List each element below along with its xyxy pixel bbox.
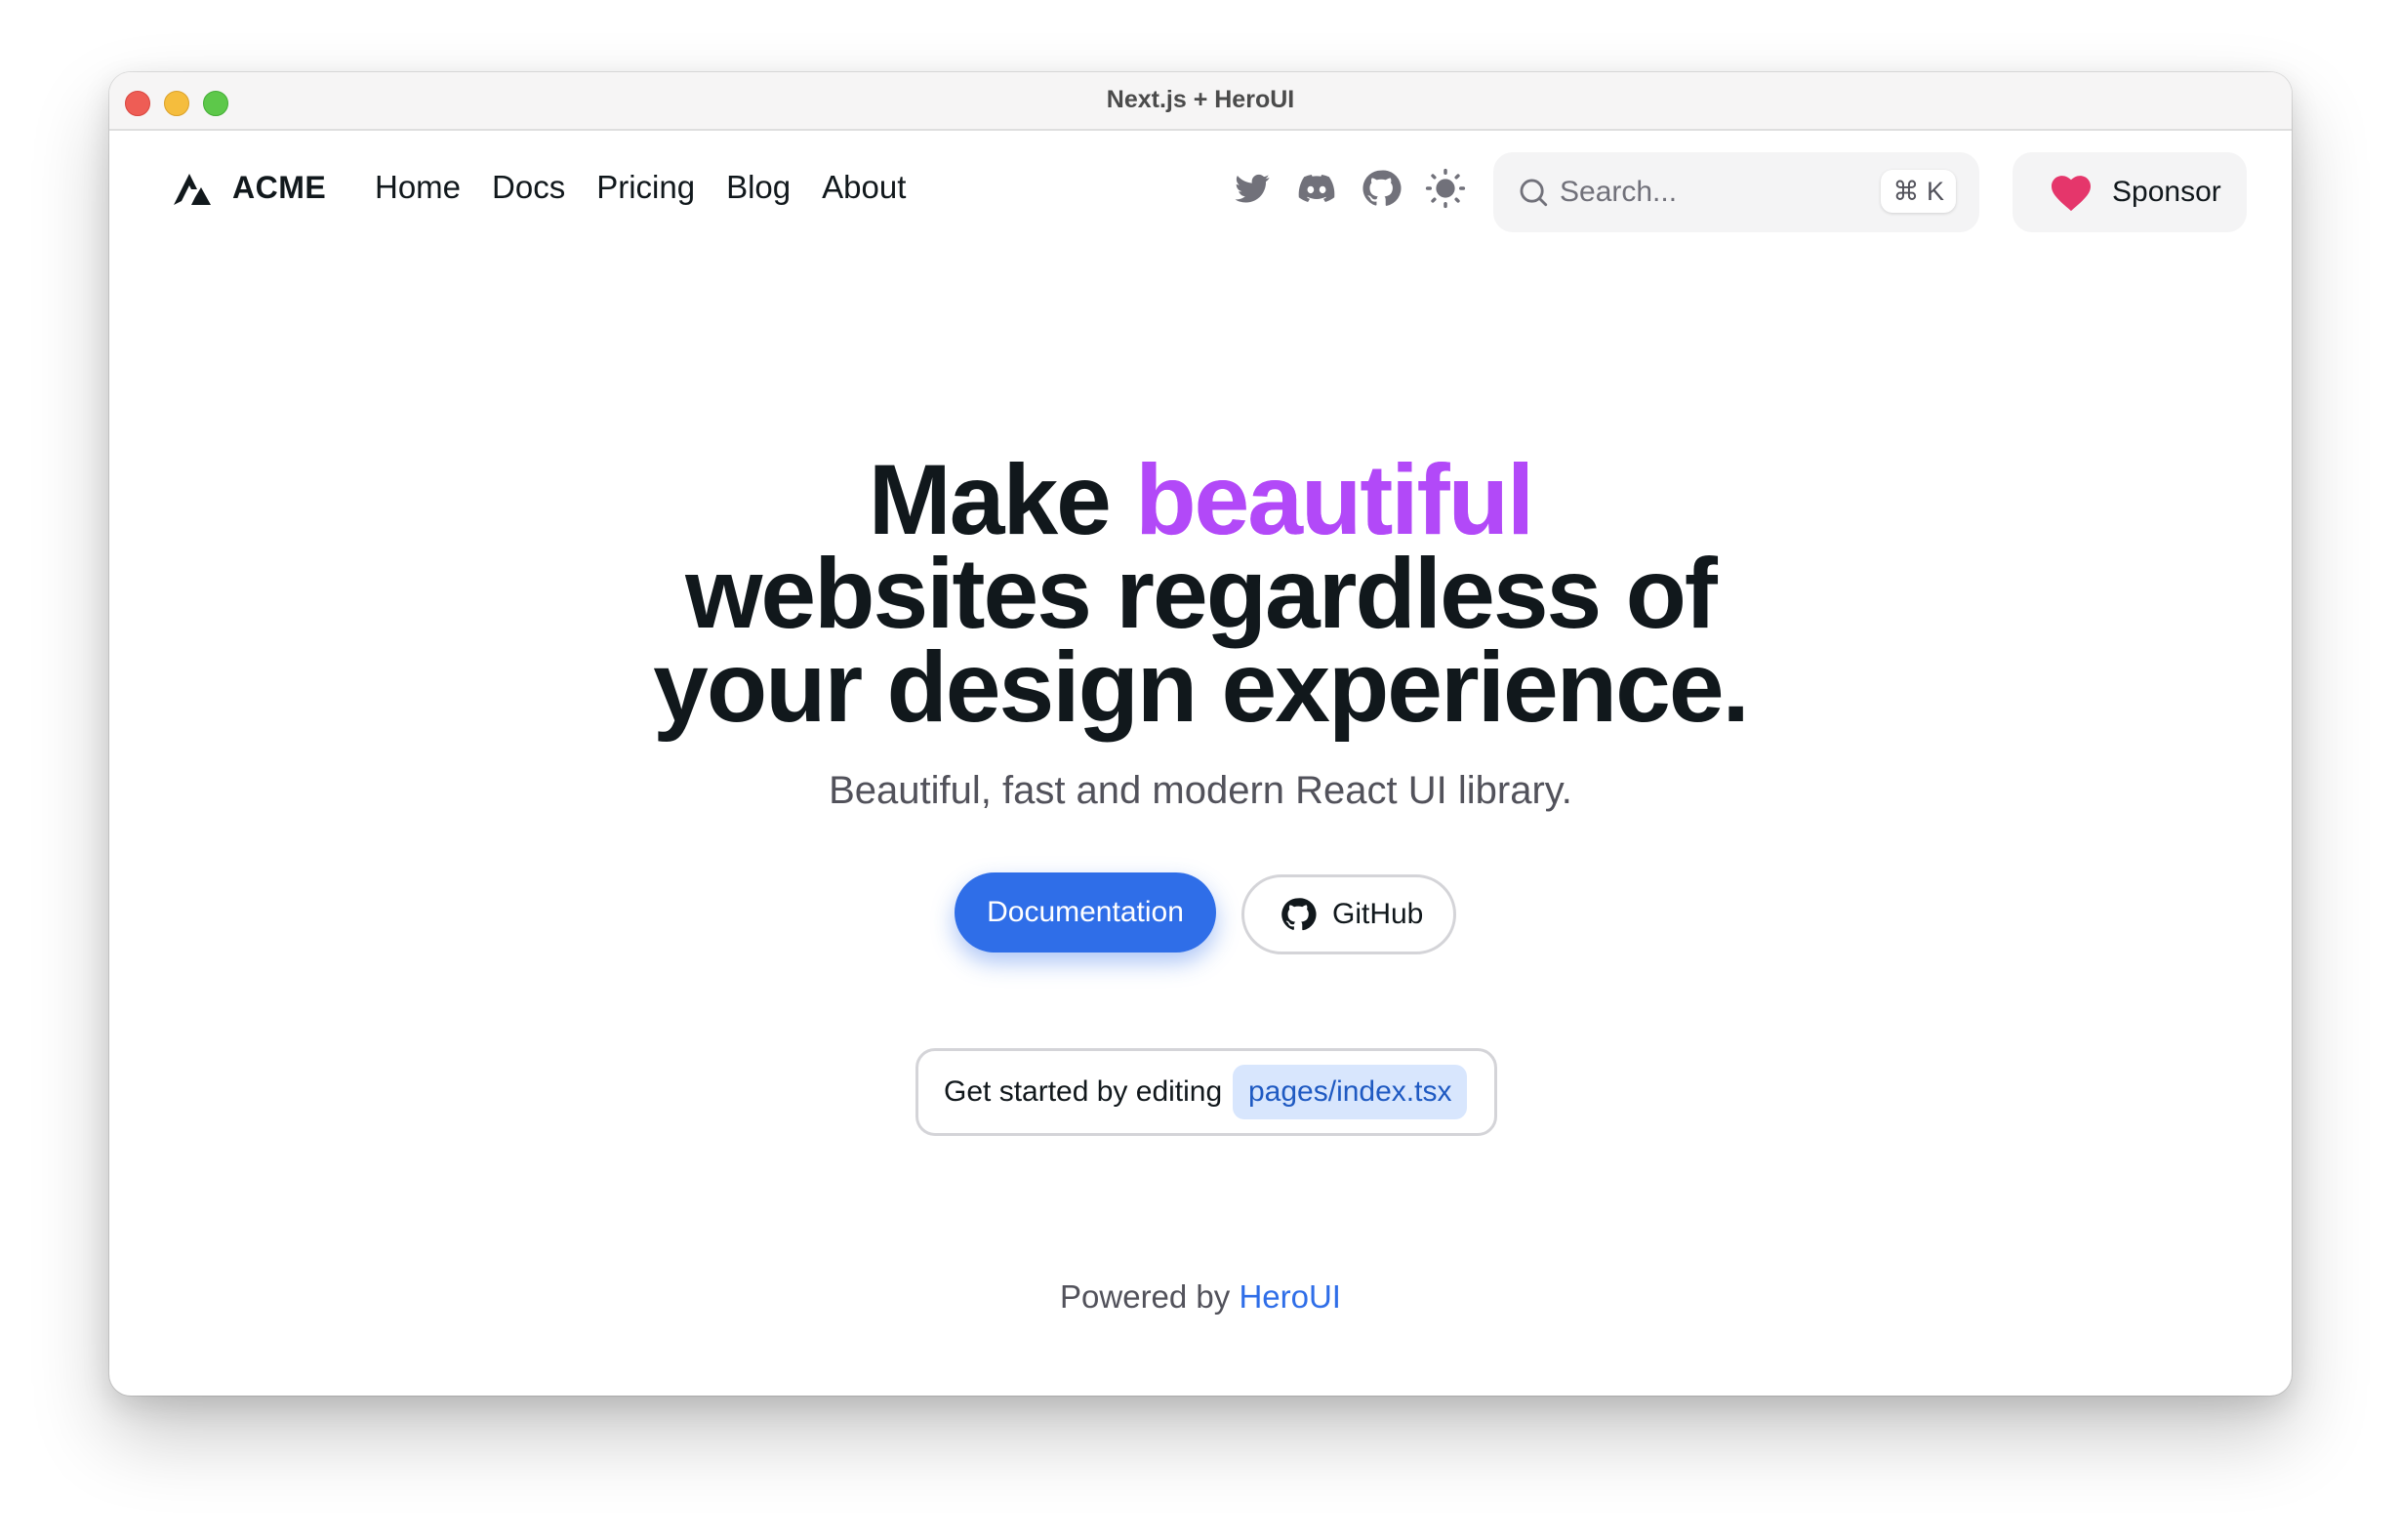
search-shortcut-badge: ⌘ K (1881, 170, 1956, 213)
brand-logo-link[interactable]: ACME (170, 168, 326, 207)
discord-link[interactable] (1296, 168, 1337, 209)
github-button[interactable]: GitHub (1241, 874, 1456, 954)
footer: Powered by HeroUI (109, 1278, 2292, 1316)
github-button-label: GitHub (1332, 898, 1424, 930)
acme-logo-icon (174, 174, 211, 205)
discord-icon (1298, 175, 1335, 202)
brand-name: ACME (232, 169, 327, 205)
nav-links: Home Docs Pricing Blog About (375, 168, 937, 207)
snippet-code: pages/index.tsx (1233, 1065, 1468, 1119)
github-icon (1362, 170, 1402, 206)
nav-link-home[interactable]: Home (375, 168, 461, 207)
social-icons (1232, 168, 1466, 209)
sponsor-button[interactable]: Sponsor (2013, 152, 2247, 232)
github-link[interactable] (1361, 168, 1402, 209)
window-title: Next.js + HeroUI (1106, 86, 1295, 113)
hero-subtitle: Beautiful, fast and modern React UI libr… (829, 769, 1572, 812)
hero-heading: Make beautiful websites regardless of yo… (109, 450, 2292, 743)
twitter-icon (1235, 174, 1270, 203)
footer-prefix: Powered by (1060, 1278, 1231, 1315)
title-bar: Next.js + HeroUI (109, 72, 2292, 131)
sponsor-label: Sponsor (2112, 176, 2221, 208)
browser-window: Next.js + HeroUI ACME Home Docs Pricing … (109, 72, 2292, 1396)
search-placeholder: Search... (1560, 176, 1678, 208)
get-started-snippet: Get started by editing pages/index.tsx (915, 1048, 1497, 1136)
hero-line-2: websites regardless of (685, 538, 1718, 649)
search-icon (1520, 179, 1548, 207)
hero-line-1: Make beautiful (109, 450, 2292, 549)
navbar: ACME Home Docs Pricing Blog About Search… (109, 129, 2292, 246)
nav-link-blog[interactable]: Blog (726, 168, 791, 207)
heart-icon (2052, 176, 2091, 212)
nav-link-about[interactable]: About (822, 168, 906, 207)
nav-link-docs[interactable]: Docs (492, 168, 565, 207)
search-input[interactable]: Search... ⌘ K (1493, 152, 1979, 232)
twitter-link[interactable] (1232, 168, 1273, 209)
theme-toggle-icon (1425, 168, 1466, 209)
theme-toggle[interactable] (1425, 168, 1466, 209)
snippet-text: Get started by editing (944, 1075, 1223, 1108)
github-icon (1281, 898, 1317, 931)
documentation-button[interactable]: Documentation (955, 872, 1216, 952)
heroui-link[interactable]: HeroUI (1239, 1278, 1341, 1315)
nav-link-pricing[interactable]: Pricing (596, 168, 695, 207)
hero-line-3: your design experience. (653, 631, 1750, 743)
